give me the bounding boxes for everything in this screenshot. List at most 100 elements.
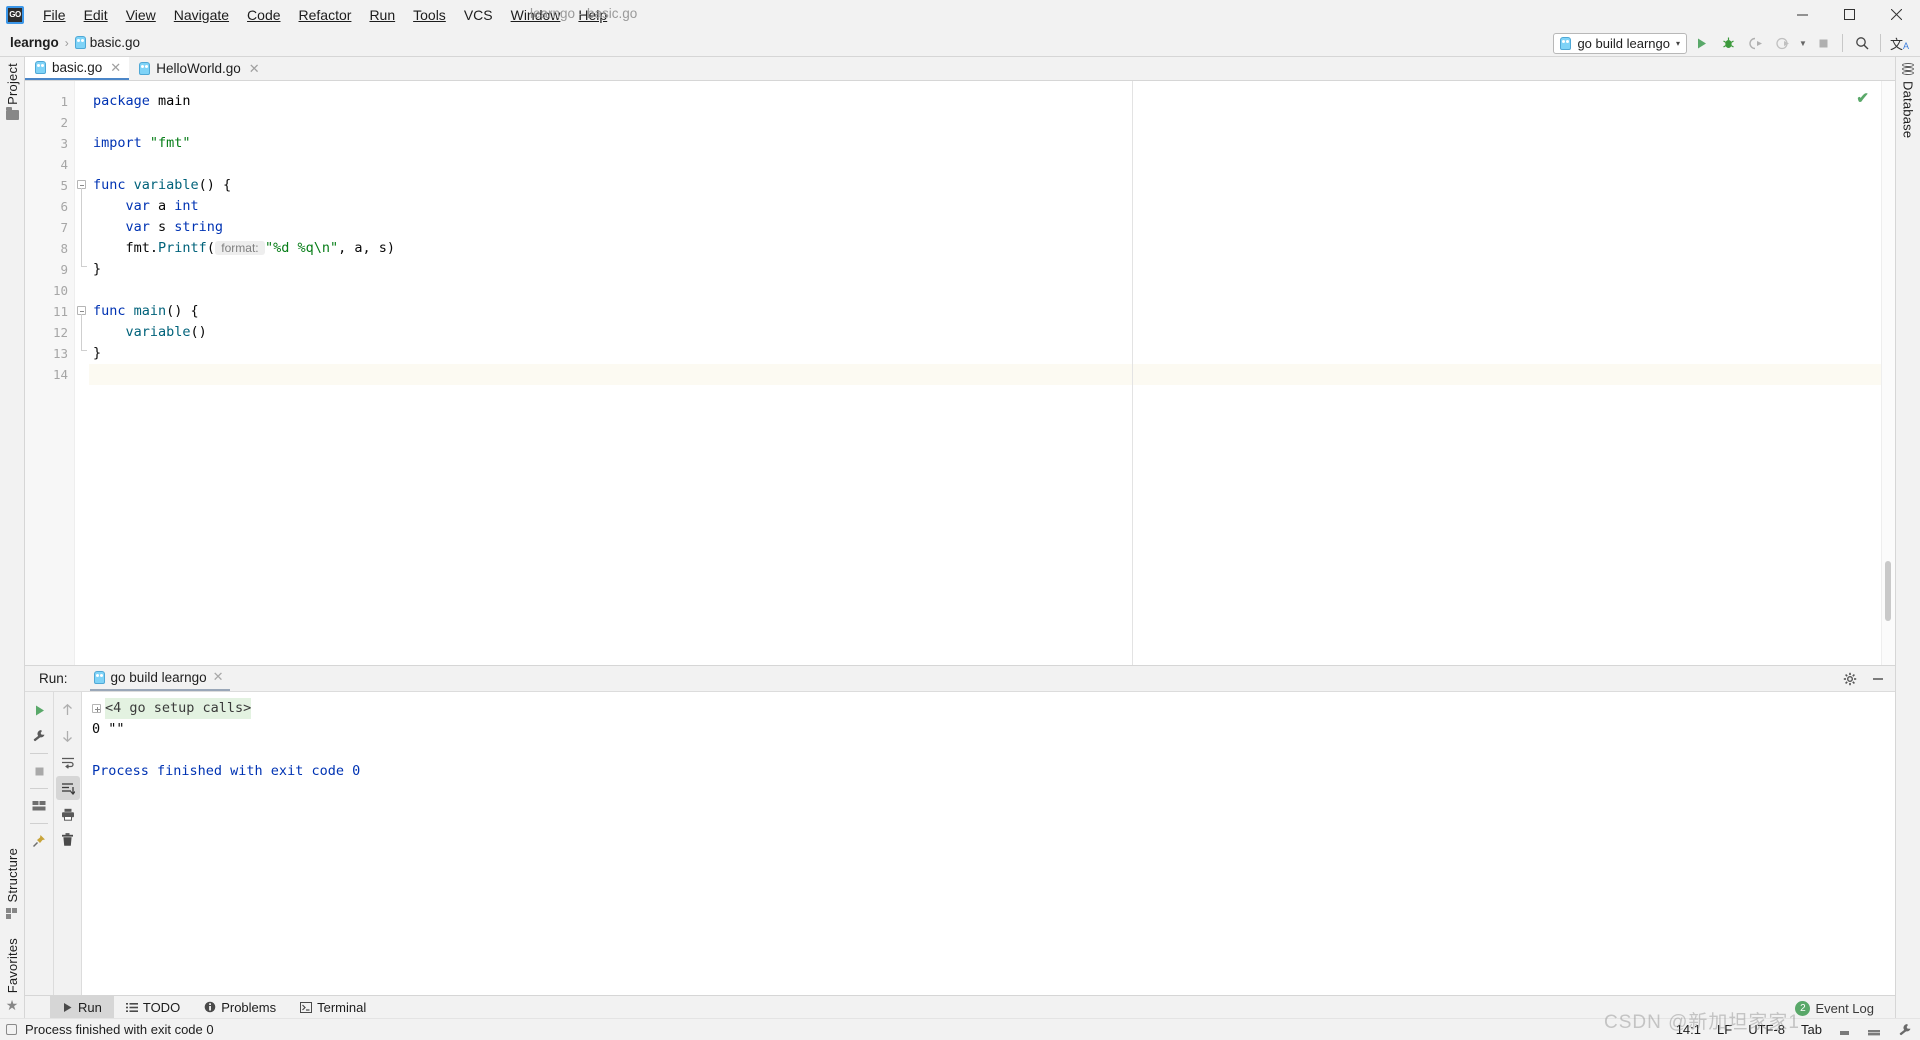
- print-button[interactable]: [56, 802, 80, 826]
- editor-tab-helloworld-go[interactable]: HelloWorld.go ✕: [129, 57, 267, 80]
- editor-tab-basic-go[interactable]: basic.go ✕: [25, 57, 130, 80]
- menu-item-tools[interactable]: Tools: [404, 3, 455, 27]
- breadcrumb-file[interactable]: basic.go: [74, 35, 140, 50]
- line-number[interactable]: 13: [25, 343, 74, 364]
- code-line[interactable]: fmt.Printf( format: "%d %q\n", a, s): [89, 238, 1895, 259]
- background-tasks-widget[interactable]: [1867, 1023, 1882, 1036]
- code-line[interactable]: }: [89, 343, 1895, 364]
- close-tab-icon[interactable]: ✕: [249, 61, 260, 77]
- code-line[interactable]: [89, 280, 1895, 301]
- line-number[interactable]: 10: [25, 280, 74, 301]
- code-line[interactable]: import "fmt": [89, 133, 1895, 154]
- code-folding-column[interactable]: [75, 81, 89, 665]
- close-run-tab-icon[interactable]: ✕: [213, 669, 224, 685]
- edit-configuration-button[interactable]: [27, 724, 51, 748]
- bottom-bar-item-problems[interactable]: Problems: [192, 996, 288, 1018]
- profile-button[interactable]: [1770, 31, 1795, 55]
- scroll-to-end-button[interactable]: [55, 776, 80, 800]
- indent-widget[interactable]: Tab: [1801, 1022, 1822, 1037]
- close-tab-icon[interactable]: ✕: [110, 60, 121, 76]
- code-line[interactable]: func main() {: [89, 301, 1895, 322]
- bottom-bar-item-todo[interactable]: TODO: [114, 996, 192, 1018]
- code-line[interactable]: [89, 154, 1895, 175]
- debug-button[interactable]: [1716, 31, 1741, 55]
- menu-item-edit[interactable]: Edit: [75, 3, 117, 27]
- line-number[interactable]: 11: [25, 301, 88, 322]
- code-line[interactable]: var s string: [89, 217, 1895, 238]
- expand-icon[interactable]: [92, 704, 101, 713]
- line-number-gutter[interactable]: 1 2 3 4 5 6 7 8 9 10 11 12 13 14: [25, 81, 88, 665]
- encoding-widget[interactable]: UTF-8: [1748, 1022, 1785, 1037]
- info-icon: [204, 1001, 216, 1013]
- breadcrumb-project[interactable]: learngo: [10, 35, 59, 50]
- clear-all-button[interactable]: [56, 828, 80, 852]
- menu-item-file[interactable]: File: [34, 3, 75, 27]
- menu-item-navigate[interactable]: Navigate: [165, 3, 238, 27]
- menu-item-view[interactable]: View: [117, 3, 165, 27]
- sidebar-item-project[interactable]: Project: [5, 63, 20, 120]
- code-line[interactable]: func variable() {: [89, 175, 1895, 196]
- inspection-status-icon[interactable]: ✔: [1856, 89, 1869, 107]
- soft-wrap-button[interactable]: [56, 750, 80, 774]
- menu-bar: File Edit View Navigate Code Refactor Ru…: [34, 3, 616, 27]
- run-tab[interactable]: go build learngo ✕: [89, 666, 230, 691]
- rerun-button[interactable]: [27, 698, 51, 722]
- code-line[interactable]: variable(): [89, 322, 1895, 343]
- fold-region-end-icon[interactable]: [77, 259, 87, 273]
- ide-settings-widget[interactable]: [1898, 1023, 1912, 1037]
- menu-item-code[interactable]: Code: [238, 3, 289, 27]
- minimize-button[interactable]: [1779, 0, 1826, 29]
- close-button[interactable]: [1873, 0, 1920, 29]
- menu-item-vcs[interactable]: VCS: [455, 3, 502, 27]
- line-number[interactable]: 2: [25, 112, 74, 133]
- line-number[interactable]: 12: [25, 322, 74, 343]
- code-line[interactable]: package main: [89, 91, 1895, 112]
- line-number[interactable]: 6: [25, 196, 74, 217]
- pin-tab-button[interactable]: [27, 829, 51, 853]
- down-stack-trace-button[interactable]: [56, 724, 80, 748]
- fold-region-end-icon[interactable]: [77, 343, 87, 357]
- caret-position-widget[interactable]: 14:1: [1676, 1022, 1701, 1037]
- editor-scrollbar-thumb[interactable]: [1885, 561, 1891, 621]
- settings-gear-icon[interactable]: [1843, 672, 1857, 686]
- line-number[interactable]: 14: [25, 364, 74, 385]
- code-line[interactable]: var a int: [89, 196, 1895, 217]
- menu-item-refactor[interactable]: Refactor: [290, 3, 361, 27]
- sidebar-item-database[interactable]: Database: [1901, 63, 1916, 138]
- up-stack-trace-button[interactable]: [56, 698, 80, 722]
- code-token-plain: }: [93, 345, 102, 361]
- sidebar-item-favorites[interactable]: Favorites ★: [5, 938, 20, 1012]
- event-log-widget[interactable]: 2 Event Log: [1795, 1001, 1874, 1016]
- stop-button[interactable]: [1811, 31, 1836, 55]
- menu-item-run[interactable]: Run: [360, 3, 404, 27]
- sidebar-item-structure[interactable]: Structure: [5, 848, 20, 919]
- hide-run-panel-icon[interactable]: [1871, 672, 1885, 686]
- run-configuration-selector[interactable]: go build learngo ▾: [1553, 32, 1687, 54]
- code-text-area[interactable]: package main import "fmt" func variable(…: [89, 81, 1895, 665]
- code-editor[interactable]: 1 2 3 4 5 6 7 8 9 10 11 12 13 14 package main import …: [25, 81, 1895, 665]
- line-number[interactable]: 9: [25, 259, 74, 280]
- bottom-bar-item-run[interactable]: Run: [50, 996, 114, 1018]
- bottom-bar-item-terminal[interactable]: Terminal: [288, 996, 378, 1018]
- stop-button[interactable]: [27, 759, 51, 783]
- maximize-button[interactable]: [1826, 0, 1873, 29]
- line-number[interactable]: 1: [25, 91, 74, 112]
- line-number[interactable]: 4: [25, 154, 74, 175]
- line-number[interactable]: 7: [25, 217, 74, 238]
- code-line[interactable]: [89, 112, 1895, 133]
- run-with-coverage-button[interactable]: [1743, 31, 1768, 55]
- line-number[interactable]: 8: [25, 238, 74, 259]
- layout-button[interactable]: [27, 794, 51, 818]
- search-everywhere-button[interactable]: [1849, 31, 1874, 55]
- git-branch-widget[interactable]: [1838, 1023, 1851, 1036]
- code-line[interactable]: }: [89, 259, 1895, 280]
- line-number[interactable]: 5: [25, 175, 74, 196]
- run-console-output[interactable]: <4 go setup calls> 0 "" Process finished …: [82, 692, 1895, 995]
- line-separator-widget[interactable]: LF: [1717, 1022, 1732, 1037]
- line-number[interactable]: 3: [25, 133, 74, 154]
- profile-dropdown-button[interactable]: ▼: [1797, 31, 1809, 55]
- translate-button[interactable]: 文A: [1887, 31, 1912, 55]
- code-line[interactable]: [89, 364, 1895, 385]
- run-button[interactable]: [1689, 31, 1714, 55]
- database-icon: [1902, 63, 1914, 76]
